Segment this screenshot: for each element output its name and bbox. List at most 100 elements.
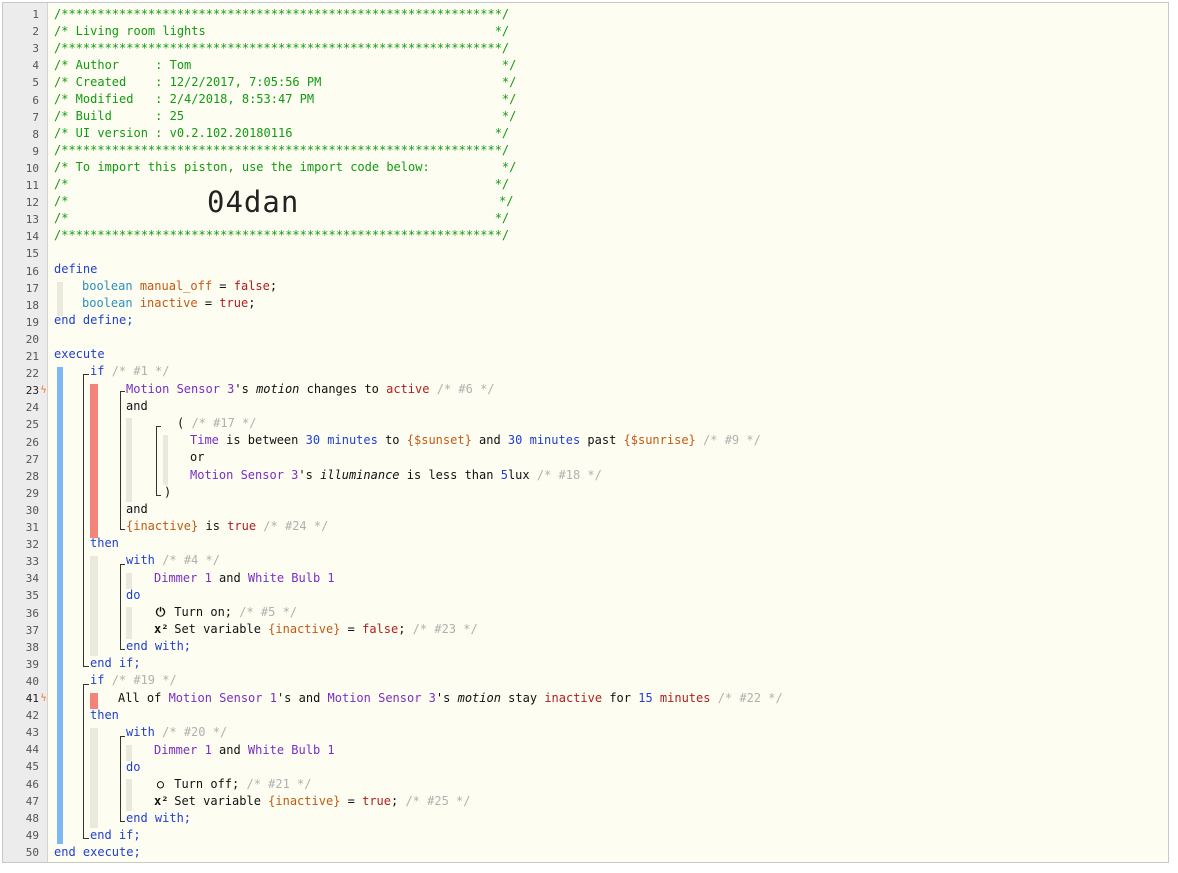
end-if-keyword: end if; — [90, 656, 141, 670]
equals-sign: = — [340, 622, 363, 636]
if1-condition-bracket — [120, 391, 125, 530]
action-set-variable[interactable]: x² Set variable {inactive} = false; /* #… — [154, 621, 478, 638]
line-number: 2 — [32, 25, 39, 39]
task-id-comment: /* #21 */ — [246, 777, 312, 791]
power-off-icon: ○ — [156, 777, 165, 791]
action-text: Set variable — [167, 622, 269, 636]
var-name: inactive — [139, 296, 198, 310]
device-list[interactable]: Dimmer 1 and White Bulb 1 — [154, 570, 335, 587]
line-number: 17 — [25, 281, 39, 295]
line-number: 39 — [25, 657, 39, 671]
statement-id-comment: /* #20 */ — [162, 725, 228, 739]
line-number: 34 — [25, 572, 39, 586]
device-name: Motion Sensor 3 — [190, 468, 299, 482]
line-number: 35 — [25, 589, 39, 603]
if-keyword: if — [90, 673, 105, 687]
line-number: 1 — [32, 8, 39, 21]
header-rule-1: /***************************************… — [54, 7, 510, 21]
line-number: 8 — [32, 127, 39, 141]
action-set-variable[interactable]: x² Set variable {inactive} = true; /* #2… — [154, 793, 470, 810]
define-keyword[interactable]: define — [54, 261, 97, 278]
piston-title-comment: /* Living room lights */ — [54, 24, 510, 38]
variable-icon: x² — [154, 622, 169, 636]
trigger-bolt-icon: ϟ — [40, 385, 47, 397]
execute-block-bar[interactable] — [57, 367, 63, 844]
if1-group-inner-bar — [163, 435, 168, 485]
group-open-paren: ( — [177, 416, 192, 430]
logical-and[interactable]: and — [126, 501, 148, 518]
end-with-keyword: end with; — [126, 811, 192, 825]
assigned-value: false — [362, 622, 399, 636]
comparison-operator: is between — [218, 433, 306, 447]
line-number: 31 — [25, 521, 39, 534]
line-number: 29 — [25, 486, 39, 500]
comparison-value: active — [386, 382, 430, 396]
variable-declaration[interactable]: boolean manual_off = false; — [82, 278, 277, 295]
device-name: Motion Sensor 3 — [327, 691, 436, 705]
var-equals: = — [212, 279, 234, 293]
line-number: 4 — [32, 59, 39, 73]
if-statement-1[interactable]: if /* #1 */ — [90, 363, 169, 380]
and-word: and — [211, 571, 248, 585]
line-number: 40 — [25, 674, 39, 688]
unit-label: minutes — [652, 691, 711, 705]
variable-declaration[interactable]: boolean inactive = true; — [82, 295, 255, 312]
condition-time-between[interactable]: Time is between 30 minutes to {$sunset} … — [190, 432, 761, 449]
line-number: 25 — [25, 418, 39, 432]
variable-ref: {inactive} — [268, 794, 341, 808]
modified-comment: /* Modified : 2/4/2018, 8:53:47 PM */ — [54, 92, 517, 106]
header-rule-2: /***************************************… — [54, 41, 510, 55]
ui-version-comment: /* UI version : v0.2.102.20180116 */ — [54, 126, 510, 140]
condition-id-comment: /* #6 */ — [436, 382, 495, 396]
for-word: for — [602, 691, 639, 705]
power-icon: ⏻ — [155, 605, 166, 619]
line-number: 5 — [32, 76, 39, 90]
line-number: 22 — [25, 367, 39, 381]
attribute-name: motion — [457, 691, 501, 705]
build-comment: /* Build : 25 */ — [54, 109, 517, 123]
import-code-suffix: */ — [499, 194, 514, 208]
variable-ref: {inactive} — [268, 622, 341, 636]
line-number: 46 — [25, 777, 39, 791]
line-number: 44 — [25, 743, 39, 757]
attribute-name: motion — [256, 382, 300, 396]
line-number: 36 — [25, 606, 39, 620]
action-turn-on[interactable]: ⏻ Turn on; /* #5 */ — [154, 604, 297, 621]
device-name: Motion Sensor 3 — [126, 382, 235, 396]
line-number: 28 — [25, 469, 39, 483]
var-value: false — [233, 279, 270, 293]
if1-bracket — [83, 374, 89, 667]
device-list[interactable]: Dimmer 1 and White Bulb 1 — [154, 742, 335, 759]
logical-and[interactable]: and — [126, 398, 148, 415]
action-turn-off[interactable]: ○ Turn off; /* #21 */ — [154, 776, 312, 793]
number-value: 30 — [305, 433, 321, 447]
possessive: 's and — [276, 691, 328, 705]
device-name: White Bulb 1 — [247, 743, 335, 757]
line-number: 43 — [25, 726, 39, 740]
with-statement[interactable]: with /* #4 */ — [126, 552, 220, 569]
comparison-operator: is less than — [399, 468, 501, 482]
line-number: 24 — [25, 401, 39, 415]
sunrise-variable: {$sunrise} — [623, 433, 696, 447]
if1-condition-bar[interactable] — [90, 384, 98, 538]
task-id-comment: /* #25 */ — [405, 794, 471, 808]
semicolon: ; — [398, 622, 413, 636]
condition-id-comment: /* #18 */ — [536, 468, 602, 482]
condition-illuminance[interactable]: Motion Sensor 3's illuminance is less th… — [190, 467, 602, 484]
with-statement[interactable]: with /* #20 */ — [126, 724, 227, 741]
if1-then-bar — [90, 556, 98, 656]
line-number: 42 — [25, 709, 39, 723]
condition-group-open[interactable]: ( /* #17 */ — [177, 415, 256, 432]
condition-motion-changes[interactable]: Motion Sensor 3's motion changes to acti… — [126, 381, 495, 398]
condition-inactive-true[interactable]: {inactive} is true /* #24 */ — [126, 518, 328, 535]
unit-label: minutes — [320, 433, 378, 447]
action-text: Turn off; — [167, 777, 247, 791]
unit-label: lux — [507, 468, 530, 482]
line-number: 32 — [25, 538, 39, 552]
if2-do-bar — [126, 779, 132, 811]
logical-or[interactable]: or — [190, 449, 204, 466]
if2-with-bracket — [120, 736, 125, 822]
if-statement-2[interactable]: if /* #19 */ — [90, 672, 177, 689]
execute-keyword[interactable]: execute — [54, 346, 105, 363]
condition-motion-stay-inactive[interactable]: All of Motion Sensor 1's and Motion Sens… — [118, 690, 783, 707]
